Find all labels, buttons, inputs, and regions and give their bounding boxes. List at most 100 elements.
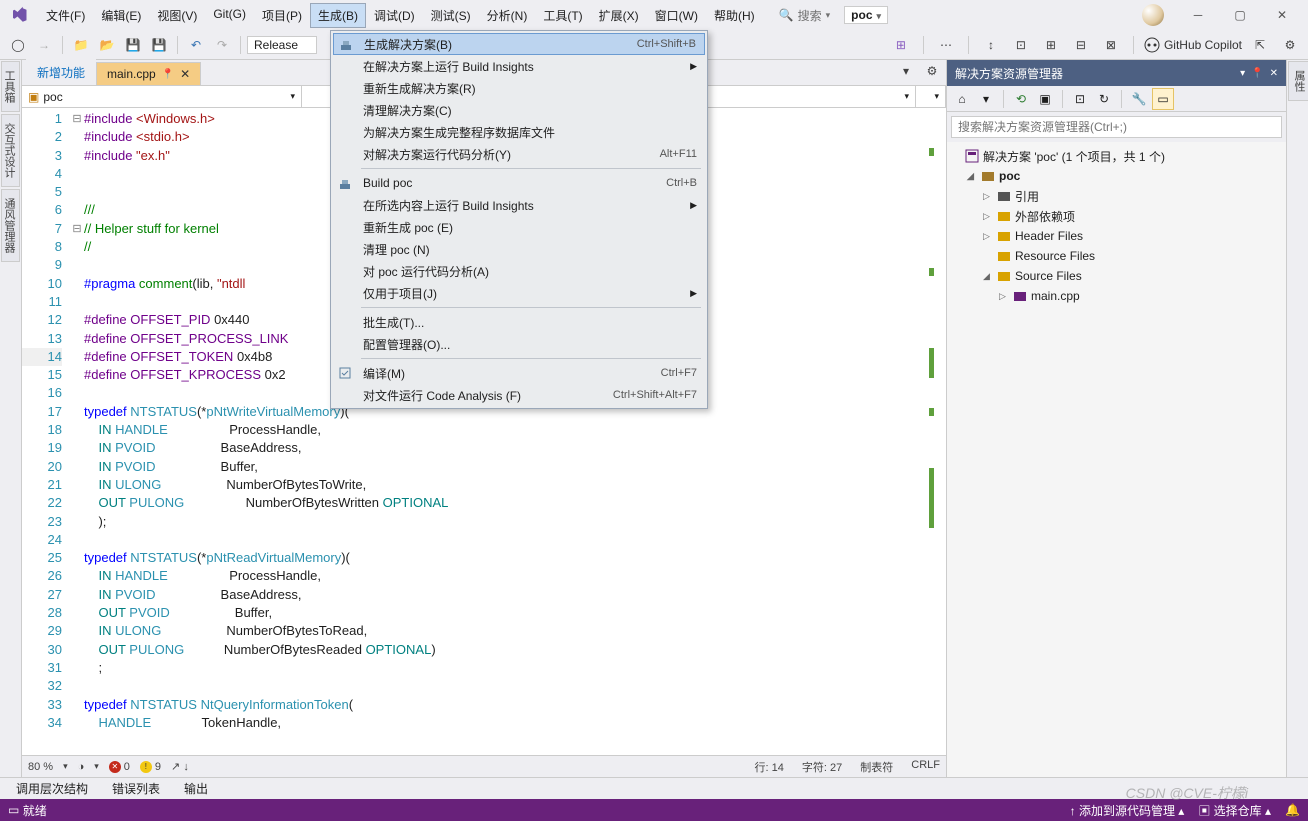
menu-12[interactable]: 帮助(H) xyxy=(706,3,763,28)
menu-item[interactable]: 清理 poc (N) xyxy=(333,238,705,260)
warning-count[interactable]: !9 xyxy=(140,761,161,773)
menu-2[interactable]: 视图(V) xyxy=(149,3,205,28)
panel-close-icon[interactable]: ✕ xyxy=(1270,68,1278,79)
close-button[interactable]: ✕ xyxy=(1262,2,1302,28)
quick-search[interactable]: 🔍 搜索 ▾ xyxy=(773,5,837,26)
tree-item[interactable]: ▷main.cpp xyxy=(947,286,1286,306)
solution-root[interactable]: 解决方案 'poc' (1 个项目，共 1 个) xyxy=(947,146,1286,166)
menu-item[interactable]: 批生成(T)... xyxy=(333,311,705,333)
menu-item[interactable]: Build pocCtrl+B xyxy=(333,172,705,194)
tab-dropdown-icon[interactable]: ▾ xyxy=(894,59,918,83)
menu-item[interactable]: 编译(M)Ctrl+F7 xyxy=(333,362,705,384)
toolbar-icon-6[interactable]: ⊟ xyxy=(1069,33,1093,57)
share-icon[interactable]: ⇱ xyxy=(1248,33,1272,57)
project-badge[interactable]: poc▾ xyxy=(844,6,888,24)
nav-fwd-icon[interactable]: → xyxy=(32,33,56,57)
add-to-source-control[interactable]: ↑ 添加到源代码管理 ▴ xyxy=(1070,802,1185,819)
redo-icon[interactable]: ↷ xyxy=(210,33,234,57)
menu-4[interactable]: 项目(P) xyxy=(254,3,310,28)
menu-item[interactable]: 配置管理器(O)... xyxy=(333,333,705,355)
tree-item[interactable]: ▷引用 xyxy=(947,186,1286,206)
user-avatar[interactable] xyxy=(1142,4,1164,26)
menu-item[interactable]: 清理解决方案(C) xyxy=(333,99,705,121)
menu-item[interactable]: 对解决方案运行代码分析(Y)Alt+F11 xyxy=(333,143,705,165)
toolbar-icon-3[interactable]: ↕ xyxy=(979,33,1003,57)
menu-7[interactable]: 测试(S) xyxy=(423,3,479,28)
panel-dropdown-icon[interactable]: ▾ xyxy=(1240,68,1245,79)
properties-icon[interactable]: 🔧 xyxy=(1128,88,1150,110)
menu-item[interactable]: 对 poc 运行代码分析(A) xyxy=(333,260,705,282)
left-rail-tab[interactable]: 通风管理器 xyxy=(1,189,20,262)
menu-item[interactable]: 在所选内容上运行 Build Insights▶ xyxy=(333,194,705,216)
menu-5[interactable]: 生成(B) xyxy=(310,3,366,28)
save-icon[interactable]: 💾 xyxy=(121,33,145,57)
tree-item[interactable]: Resource Files xyxy=(947,246,1286,266)
nav-scope-combo[interactable]: ▣poc▾ xyxy=(22,86,302,107)
close-tab-icon[interactable]: ✕ xyxy=(180,67,190,81)
panel-pin-icon[interactable]: 📍 xyxy=(1251,68,1263,79)
select-repo[interactable]: ▣ 选择仓库 ▴ xyxy=(1198,802,1271,819)
open-icon[interactable]: 📂 xyxy=(95,33,119,57)
tab-new-features[interactable]: 新增功能 xyxy=(26,59,96,85)
menu-8[interactable]: 分析(N) xyxy=(479,3,536,28)
error-count[interactable]: ✕0 xyxy=(109,761,130,773)
bottom-tab[interactable]: 错误列表 xyxy=(102,778,170,799)
maximize-button[interactable]: ▢ xyxy=(1220,2,1260,28)
toolbar-icon-1[interactable]: ⊞ xyxy=(889,33,913,57)
tree-item[interactable]: ▷外部依赖项 xyxy=(947,206,1286,226)
toolbar-icon-5[interactable]: ⊞ xyxy=(1039,33,1063,57)
bottom-tab[interactable]: 输出 xyxy=(174,778,218,799)
menu-0[interactable]: 文件(F) xyxy=(38,3,93,28)
menu-6[interactable]: 调试(D) xyxy=(366,3,423,28)
solution-search-input[interactable] xyxy=(951,116,1282,138)
menu-item[interactable]: 仅用于项目(J)▶ xyxy=(333,282,705,304)
tree-item[interactable]: ◢Source Files xyxy=(947,266,1286,286)
left-rail-tab[interactable]: 交互式设计 xyxy=(1,114,20,187)
tab-settings-icon[interactable]: ⚙ xyxy=(920,59,944,83)
menu-item[interactable]: 重新生成 poc (E) xyxy=(333,216,705,238)
menu-9[interactable]: 工具(T) xyxy=(535,3,590,28)
menu-3[interactable]: Git(G) xyxy=(205,3,254,28)
menu-11[interactable]: 窗口(W) xyxy=(647,3,706,28)
notifications-icon[interactable]: 🔔 xyxy=(1285,803,1300,817)
undo-icon[interactable]: ↶ xyxy=(184,33,208,57)
minimize-button[interactable]: ─ xyxy=(1178,2,1218,28)
solution-tree[interactable]: 解决方案 'poc' (1 个项目，共 1 个) ◢poc▷引用▷外部依赖项▷H… xyxy=(947,142,1286,777)
tab-main-cpp[interactable]: main.cpp 📍 ✕ xyxy=(96,62,201,85)
filter-icon[interactable]: ▣ xyxy=(1034,88,1056,110)
sync-icon[interactable]: ⟲ xyxy=(1010,88,1032,110)
messages-icon[interactable]: ↗ ↓ xyxy=(171,760,189,773)
tree-item[interactable]: ◢poc xyxy=(947,166,1286,186)
tree-item[interactable]: ▷Header Files xyxy=(947,226,1286,246)
toolbar-icon-4[interactable]: ⊡ xyxy=(1009,33,1033,57)
left-rail-tab[interactable]: 工具箱 xyxy=(1,61,20,112)
menu-1[interactable]: 编辑(E) xyxy=(93,3,149,28)
refresh-icon[interactable]: ↻ xyxy=(1093,88,1115,110)
zoom-level[interactable]: 80 % xyxy=(28,761,53,773)
menu-item[interactable]: 在解决方案上运行 Build Insights▶ xyxy=(333,55,705,77)
show-all-icon[interactable]: ⊡ xyxy=(1069,88,1091,110)
menu-item[interactable]: 重新生成解决方案(R) xyxy=(333,77,705,99)
toolbar-combo-icon[interactable]: ▾ xyxy=(975,88,997,110)
config-select[interactable]: Release xyxy=(247,36,317,54)
menu-item[interactable]: 为解决方案生成完整程序数据库文件 xyxy=(333,121,705,143)
home-icon[interactable]: ⌂ xyxy=(951,88,973,110)
pin-icon[interactable]: 📍 xyxy=(162,69,174,80)
indent-mode[interactable]: 制表符 xyxy=(860,759,893,775)
new-project-icon[interactable]: 📁 xyxy=(69,33,93,57)
bottom-tab[interactable]: 调用层次结构 xyxy=(6,778,98,799)
settings-gear-icon[interactable]: ⚙ xyxy=(1278,33,1302,57)
preview-icon[interactable]: ▭ xyxy=(1152,88,1174,110)
github-copilot-button[interactable]: GitHub Copilot xyxy=(1144,37,1242,53)
menu-10[interactable]: 扩展(X) xyxy=(591,3,647,28)
toolbar-icon-7[interactable]: ⊠ xyxy=(1099,33,1123,57)
nav-member-combo[interactable]: ▾ xyxy=(916,86,946,107)
line-ending[interactable]: CRLF xyxy=(911,759,940,775)
toolbar-icon-2[interactable]: ⋯ xyxy=(934,33,958,57)
right-rail-tab[interactable]: 属性 xyxy=(1288,61,1308,101)
fold-gutter[interactable]: ⊟⊟ xyxy=(70,108,84,755)
save-all-icon[interactable]: 💾 xyxy=(147,33,171,57)
menu-item[interactable]: 生成解决方案(B)Ctrl+Shift+B xyxy=(333,33,705,55)
menu-item[interactable]: 对文件运行 Code Analysis (F)Ctrl+Shift+Alt+F7 xyxy=(333,384,705,406)
nav-back-icon[interactable]: ◯ xyxy=(6,33,30,57)
